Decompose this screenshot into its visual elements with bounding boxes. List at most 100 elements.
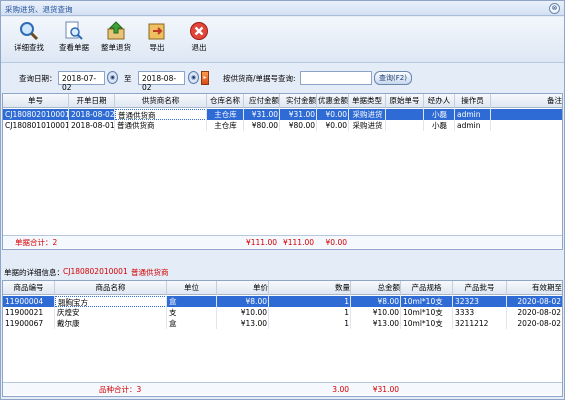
items-qty-total: 3.00 — [332, 385, 349, 394]
orders-cell-order-no: CJ180802010001 — [5, 110, 69, 119]
items-cell-unit-price: ¥10.00 — [240, 308, 267, 317]
orders-col-remark[interactable]: 备注 — [491, 94, 562, 108]
items-cell-item-code: 11900004 — [5, 297, 44, 306]
calendar-icon[interactable]: ▸ — [201, 71, 209, 85]
search-input[interactable] — [300, 71, 372, 85]
items-col-expiry[interactable]: 有效期至 — [507, 281, 562, 295]
orders-column-divider — [454, 108, 455, 131]
items-col-amount[interactable]: 总金额 — [351, 281, 401, 295]
items-column-divider — [216, 295, 217, 329]
items-cell-amount: ¥8.00 — [377, 297, 399, 306]
orders-cell-payable: ¥31.00 — [251, 110, 278, 119]
date-from-field[interactable]: 2018-07-02 — [58, 71, 105, 92]
orders-col-order-date[interactable]: 开单日期 — [69, 94, 115, 108]
items-cell-expiry: 2020-08-02 — [517, 308, 561, 317]
items-cell-unit-price: ¥13.00 — [240, 319, 267, 328]
view-document-button[interactable]: 查看单据 — [54, 19, 94, 61]
orders-cell-doc-type: 采购进货 — [352, 110, 383, 119]
orders-column-divider — [385, 108, 386, 131]
items-col-qty[interactable]: 数量 — [269, 281, 351, 295]
items-cell-unit: 盒 — [169, 319, 177, 328]
items-col-item-name[interactable]: 商品名称 — [55, 281, 167, 295]
filter-bar: 查询日期： 2018-07-02 ◉ 至 2018-08-02 ◉ ▸ 按供货商… — [1, 64, 564, 92]
orders-column-divider — [279, 108, 280, 131]
supplier-search-label: 按供货商/单据号查询: — [223, 74, 296, 83]
full-return-button[interactable]: 整单退货 — [96, 19, 136, 61]
items-footer: 品种合计：3 3.00 ¥31.00 — [3, 382, 562, 395]
orders-cell-doc-type: 采购进货 — [352, 121, 383, 130]
orders-col-operator[interactable]: 操作员 — [455, 94, 491, 108]
items-column-divider — [562, 295, 563, 329]
app-window: 采购进货、退货查询 ⊗ 详细查找 查看单据 整单退货 导出 退出 查询日期： 2… — [0, 0, 565, 400]
orders-column-divider — [348, 108, 349, 131]
items-cell-unit: 盒 — [169, 297, 177, 306]
orders-col-order-no[interactable]: 单号 — [3, 94, 69, 108]
items-cell-item-code: 11900067 — [5, 319, 44, 328]
export-icon — [148, 23, 165, 40]
exit-button[interactable]: 退出 — [179, 19, 219, 61]
items-cell-unit: 支 — [169, 308, 177, 317]
items-amount-total: ¥31.00 — [372, 385, 399, 394]
items-cell-expiry: 2020-08-02 — [517, 297, 561, 306]
orders-cell-orig-no — [386, 109, 424, 120]
items-column-divider — [400, 295, 401, 329]
items-header: 商品编号 商品名称 单位 单价 数量 总金额 产品规格 产品批号 有效期至 — [3, 281, 562, 295]
items-count: 品种合计：3 — [99, 385, 142, 394]
items-cell-batch-no: 3211212 — [455, 319, 489, 328]
exit-label: 退出 — [191, 43, 207, 52]
orders-col-payable[interactable]: 应付金额 — [244, 94, 280, 108]
orders-cell-discount: ¥0.00 — [325, 110, 347, 119]
orders-col-paid[interactable]: 实付金额 — [280, 94, 317, 108]
items-col-unit-price[interactable]: 单价 — [217, 281, 269, 295]
orders-cell-operator: admin — [457, 121, 481, 130]
items-cell-item-name: 翘胸宝方 — [55, 296, 167, 307]
orders-col-orig-no[interactable]: 原始单号 — [386, 94, 424, 108]
orders-col-supplier[interactable]: 供货商名称 — [115, 94, 207, 108]
items-cell-amount: ¥13.00 — [372, 319, 399, 328]
items-row[interactable]: 11900004 翘胸宝方盒 ¥8.00 1 ¥8.00 10ml*10支 32323 202… — [3, 296, 562, 307]
items-cell-amount: ¥10.00 — [372, 308, 399, 317]
orders-cell-orig-no — [386, 120, 424, 131]
orders-row[interactable]: CJ180802010001 2018-08-02 普通供货商 主仓库 ¥31.00 ¥3… — [3, 109, 562, 120]
items-col-batch-no[interactable]: 产品批号 — [453, 281, 507, 295]
date-from-picker-icon[interactable]: ◉ — [107, 71, 118, 84]
items-col-item-code[interactable]: 商品编号 — [3, 281, 55, 295]
exit-icon — [190, 22, 208, 40]
items-cell-batch-no: 32323 — [455, 297, 479, 306]
orders-cell-handler: 小磊 — [432, 110, 447, 119]
orders-cell-paid: ¥80.00 — [288, 121, 315, 130]
detail-search-button[interactable]: 详细查找 — [9, 19, 49, 61]
orders-row[interactable]: CJ180801010001 2018-08-01 普通供货商 主仓库 ¥80.00 ¥8… — [3, 120, 562, 131]
items-col-unit[interactable]: 单位 — [167, 281, 217, 295]
orders-col-warehouse[interactable]: 仓库名称 — [207, 94, 244, 108]
orders-cell-discount: ¥0.00 — [325, 121, 347, 130]
items-cell-item-code: 11900021 — [5, 308, 44, 317]
items-col-spec[interactable]: 产品规格 — [401, 281, 453, 295]
export-button[interactable]: 导出 — [137, 19, 177, 61]
detail-label: 单据的详细信息： — [4, 268, 64, 277]
date-to-field[interactable]: 2018-08-02 — [138, 71, 185, 92]
items-column-divider — [452, 295, 453, 329]
orders-cell-order-date: 2018-08-01 — [71, 121, 115, 130]
date-to-picker-icon[interactable]: ◉ — [188, 71, 199, 84]
orders-cell-supplier: 普通供货商 — [115, 109, 207, 120]
orders-paid-total: ¥111.00 — [282, 238, 314, 247]
orders-col-doc-type[interactable]: 单据类型 — [349, 94, 386, 108]
orders-cell-payable: ¥80.00 — [251, 121, 278, 130]
orders-cell-paid: ¥31.00 — [288, 110, 315, 119]
items-row[interactable]: 11900067 戴尔康 盒 ¥13.00 1 ¥13.00 10ml*10支 3211212… — [3, 318, 562, 329]
detail-supplier: 普通供货商 — [131, 268, 169, 277]
items-row[interactable]: 11900021 庆煌安 支 ¥10.00 1 ¥10.00 10ml*10支 3333 202… — [3, 307, 562, 318]
orders-column-divider — [206, 108, 207, 131]
orders-column-divider — [68, 108, 69, 131]
close-icon[interactable]: ⊗ — [549, 3, 560, 14]
orders-column-divider — [423, 108, 424, 131]
orders-col-discount[interactable]: 优惠金额 — [317, 94, 349, 108]
items-column-divider — [268, 295, 269, 329]
orders-discount-total: ¥0.00 — [325, 238, 347, 247]
orders-count: 单据合计：2 — [15, 238, 58, 247]
orders-column-divider — [243, 108, 244, 131]
toolbar: 详细查找 查看单据 整单退货 导出 退出 — [1, 17, 564, 63]
query-button[interactable]: 查询(F2) — [374, 71, 412, 85]
orders-col-handler[interactable]: 经办人 — [424, 94, 455, 108]
